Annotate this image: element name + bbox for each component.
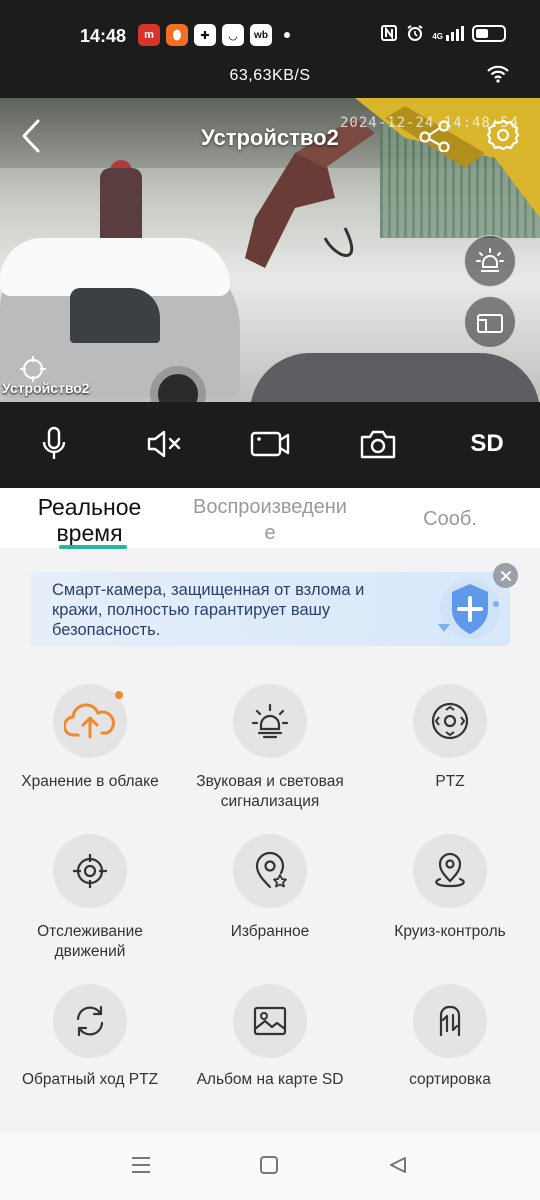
- control-bar: SD: [0, 402, 540, 488]
- record-icon: [250, 431, 290, 457]
- status-bar: 14:48 m ✚ ◡ wb 4G 63,63KB/S: [0, 0, 540, 98]
- screen-mode-button[interactable]: [464, 296, 516, 348]
- share-icon[interactable]: [418, 120, 452, 152]
- sort-button[interactable]: [413, 984, 487, 1058]
- sd-album-icon: [253, 1006, 287, 1036]
- cruise-control-button[interactable]: [413, 834, 487, 908]
- snapshot-button[interactable]: [358, 422, 398, 466]
- status-icons: 4G: [380, 24, 506, 42]
- tab-realtime[interactable]: Реальное время: [22, 494, 157, 546]
- menu-icon[interactable]: [130, 1155, 152, 1175]
- snapshot-icon: [360, 430, 396, 459]
- app-plus-icon: ✚: [194, 24, 216, 46]
- feature-motion-tracking[interactable]: Отслеживание движений: [0, 834, 180, 964]
- feature-ptz[interactable]: PTZ: [360, 684, 540, 814]
- feature-label: Обратный ход PTZ: [21, 1071, 159, 1088]
- cruise-control-icon: [435, 852, 465, 888]
- feature-label: Избранное: [230, 923, 310, 940]
- signal-icon: 4G: [432, 25, 464, 41]
- ptz-button[interactable]: [413, 684, 487, 758]
- light-toggle-button[interactable]: [464, 235, 516, 287]
- screen-layout-icon: [477, 314, 503, 333]
- motion-tracking-button[interactable]: [53, 834, 127, 908]
- feature-sort[interactable]: сортировка: [360, 984, 540, 1104]
- light-bulb-icon: [476, 248, 504, 272]
- nfc-icon: [381, 25, 398, 41]
- tab-playback[interactable]: Воспроизведени е: [170, 494, 370, 546]
- feature-label: Круиз-контроль: [394, 923, 506, 940]
- mute-button[interactable]: [144, 422, 184, 466]
- feature-sound-light-alarm[interactable]: Звуковая и световая сигнализация: [180, 684, 360, 814]
- favorites-button[interactable]: [233, 834, 307, 908]
- active-tab-indicator: [59, 545, 127, 549]
- back-triangle-icon[interactable]: [388, 1155, 408, 1175]
- record-button[interactable]: [248, 422, 292, 466]
- motion-tracking-icon: [73, 854, 107, 888]
- alarm-icon: [407, 25, 423, 41]
- video-scene-foreground-car: [250, 353, 540, 402]
- feature-label: Отслеживание движений: [37, 923, 143, 960]
- banner-text: Смарт-камера, защищенная от взлома и кра…: [52, 581, 365, 639]
- status-time: 14:48: [80, 26, 127, 46]
- feature-label: сортировка: [409, 1071, 491, 1088]
- app-wb-icon: wb: [250, 24, 272, 46]
- feature-label: Звуковая и световая сигнализация: [196, 773, 344, 810]
- feature-cloud-storage[interactable]: Хранение в облаке: [0, 684, 180, 814]
- favorite-location-icon: [255, 851, 287, 889]
- feature-label: Хранение в облаке: [21, 773, 159, 790]
- reverse-ptz-icon: [76, 1005, 104, 1037]
- feature-sd-album[interactable]: Альбом на карте SD: [180, 984, 360, 1104]
- feature-label: PTZ: [435, 773, 465, 790]
- app-smile-icon: ◡: [222, 24, 244, 46]
- battery-icon: [472, 24, 506, 42]
- tab-messages[interactable]: Сооб.: [390, 506, 510, 532]
- app-red-icon: m: [138, 24, 160, 46]
- light-alarm-icon: [251, 703, 289, 739]
- sound-light-alarm-button[interactable]: [233, 684, 307, 758]
- new-badge-dot: [115, 691, 123, 699]
- wifi-icon: [487, 65, 509, 83]
- close-icon: [500, 570, 511, 581]
- app-orange-icon: [166, 24, 188, 46]
- home-square-icon[interactable]: [259, 1155, 279, 1175]
- cloud-upload-icon: [64, 703, 115, 739]
- sd-album-button[interactable]: [233, 984, 307, 1058]
- mute-icon: [147, 430, 181, 458]
- network-speed: 63,63KB/S: [229, 67, 311, 84]
- feature-cruise-control[interactable]: Круиз-контроль: [360, 834, 540, 964]
- device-overlay-label: Устройство2: [2, 380, 90, 396]
- promo-banner[interactable]: Смарт-камера, защищенная от взлома и кра…: [30, 572, 510, 646]
- microphone-button[interactable]: [36, 422, 72, 466]
- sort-icon: [439, 1005, 461, 1037]
- feature-label: Альбом на карте SD: [196, 1071, 344, 1088]
- more-notifications-icon: [284, 32, 290, 38]
- microphone-icon: [42, 426, 66, 459]
- system-nav-bar: [0, 1133, 540, 1200]
- tab-bar: Реальное время Воспроизведени е Сооб.: [0, 488, 540, 548]
- feature-favorites[interactable]: Избранное: [180, 834, 360, 964]
- reverse-ptz-button[interactable]: [53, 984, 127, 1058]
- feature-reverse-ptz[interactable]: Обратный ход PTZ: [0, 984, 180, 1104]
- device-title: Устройство2: [201, 125, 339, 150]
- notification-apps: m ✚ ◡ wb: [138, 24, 290, 46]
- sd-quality-button[interactable]: SD: [462, 422, 512, 466]
- banner-close-button[interactable]: [493, 563, 518, 588]
- ptz-icon: [431, 702, 469, 740]
- settings-gear-icon[interactable]: [486, 118, 520, 152]
- video-scene-car-window: [70, 288, 160, 343]
